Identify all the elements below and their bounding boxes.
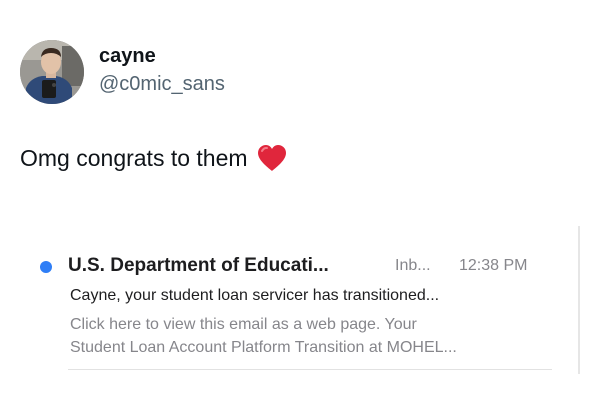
- avatar-photo: [20, 40, 84, 104]
- avatar[interactable]: [20, 40, 84, 104]
- tweet-page: cayne @c0mic_sans Omg congrats to them U…: [0, 0, 599, 405]
- email-sender: U.S. Department of Educati...: [68, 255, 329, 276]
- unread-dot-icon: [40, 261, 52, 273]
- divider: [578, 226, 580, 374]
- email-screenshot[interactable]: U.S. Department of Educati... Inb... 12:…: [0, 224, 599, 405]
- tweet-text: Omg congrats to them: [20, 144, 248, 171]
- email-subject: Cayne, your student loan servicer has tr…: [70, 287, 440, 304]
- email-time: 12:38 PM: [459, 257, 528, 274]
- display-name[interactable]: cayne: [99, 45, 156, 68]
- email-preview-line: Click here to view this email as a web p…: [70, 316, 417, 333]
- red-heart-icon: [257, 145, 286, 171]
- divider: [68, 369, 552, 370]
- tweet-text-row: Omg congrats to them: [20, 143, 288, 173]
- user-handle[interactable]: @c0mic_sans: [99, 73, 225, 96]
- email-preview: Click here to view this email as a web p…: [70, 313, 457, 359]
- email-mailbox: Inb...: [395, 257, 431, 274]
- email-preview-line: Student Loan Account Platform Transition…: [70, 339, 457, 356]
